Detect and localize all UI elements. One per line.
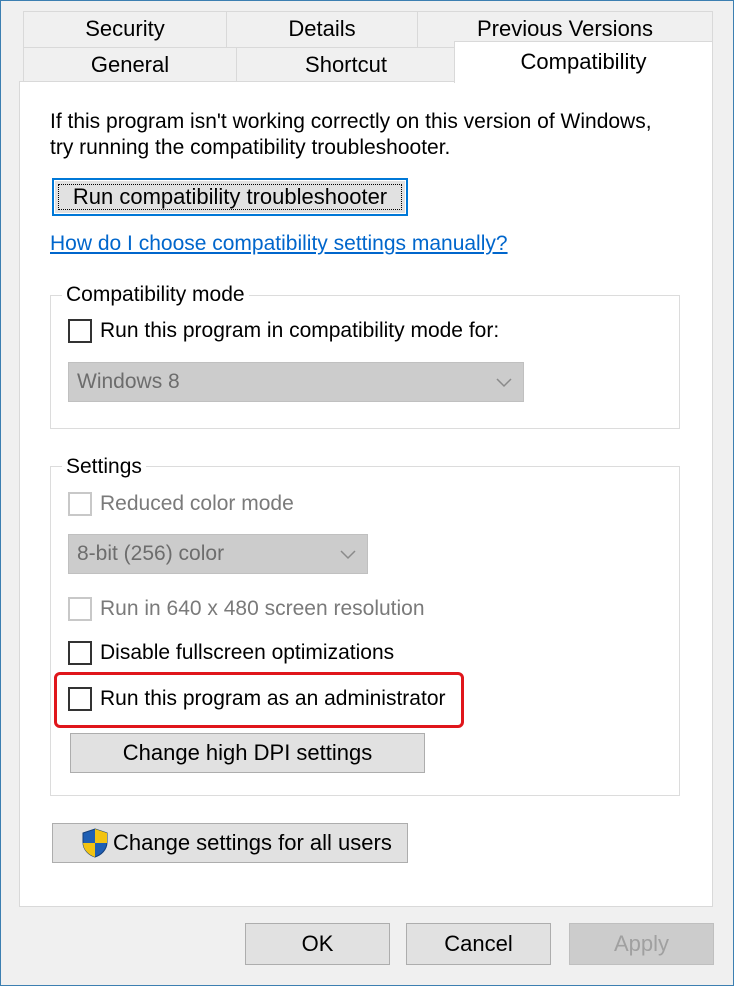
os-version-select[interactable]: Windows 8	[68, 362, 524, 402]
change-all-users-label: Change settings for all users	[113, 830, 392, 855]
run-as-admin-label[interactable]: Run this program as an administrator	[100, 686, 446, 712]
cancel-button[interactable]: Cancel	[406, 923, 551, 965]
tab-compatibility[interactable]: Compatibility	[454, 41, 713, 83]
compatibility-mode-checkbox[interactable]	[68, 319, 92, 343]
run-troubleshooter-label: Run compatibility troubleshooter	[72, 184, 388, 209]
change-all-users-button[interactable]: Change settings for all users	[52, 823, 408, 863]
chevron-down-icon	[496, 378, 512, 388]
cancel-label: Cancel	[444, 931, 513, 956]
fullscreen-optimizations-label[interactable]: Disable fullscreen optimizations	[100, 640, 394, 666]
properties-dialog: Security Details Previous Versions Gener…	[0, 0, 734, 986]
reduced-color-checkbox[interactable]	[68, 492, 92, 516]
color-depth-select[interactable]: 8-bit (256) color	[68, 534, 368, 574]
compatibility-mode-title: Compatibility mode	[62, 282, 249, 308]
chevron-down-icon	[340, 550, 356, 560]
color-depth-value: 8-bit (256) color	[77, 542, 225, 565]
change-dpi-label: Change high DPI settings	[122, 740, 373, 765]
tab-security[interactable]: Security	[23, 11, 227, 47]
tab-details[interactable]: Details	[226, 11, 418, 47]
compatibility-mode-label[interactable]: Run this program in compatibility mode f…	[100, 318, 499, 344]
tab-shortcut[interactable]: Shortcut	[236, 47, 456, 82]
tab-general[interactable]: General	[23, 47, 237, 82]
compatibility-panel: If this program isn't working correctly …	[19, 81, 713, 907]
settings-title: Settings	[62, 454, 146, 480]
uac-shield-icon	[82, 828, 108, 858]
resolution-label: Run in 640 x 480 screen resolution	[100, 597, 425, 620]
intro-line-1: If this program isn't working correctly …	[50, 110, 652, 133]
run-troubleshooter-button[interactable]: Run compatibility troubleshooter	[52, 178, 408, 216]
run-as-admin-checkbox[interactable]	[68, 687, 92, 711]
ok-button[interactable]: OK	[245, 923, 390, 965]
fullscreen-optimizations-checkbox[interactable]	[68, 641, 92, 665]
apply-button[interactable]: Apply	[569, 923, 714, 965]
apply-label: Apply	[613, 931, 670, 956]
os-version-value: Windows 8	[77, 370, 180, 393]
intro-line-2: try running the compatibility troublesho…	[50, 136, 451, 159]
compatibility-help-link[interactable]: How do I choose compatibility settings m…	[50, 232, 508, 256]
change-dpi-button[interactable]: Change high DPI settings	[70, 733, 425, 773]
resolution-checkbox[interactable]	[68, 597, 92, 621]
ok-label: OK	[301, 931, 334, 956]
reduced-color-label: Reduced color mode	[100, 492, 294, 515]
